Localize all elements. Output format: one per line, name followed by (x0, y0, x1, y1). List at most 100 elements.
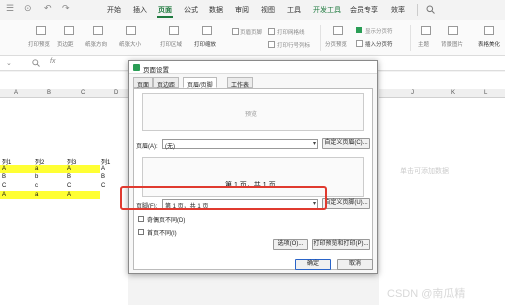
print-area-icon[interactable] (169, 26, 179, 35)
save-icon[interactable]: ⊙ (24, 3, 32, 14)
redo-icon[interactable]: ↷ (62, 3, 70, 14)
dialog-titlebar[interactable]: 页面设置 (129, 61, 377, 74)
menu-formula[interactable]: 公式 (184, 5, 198, 15)
undo-icon[interactable]: ↶ (44, 3, 52, 14)
table-cell[interactable]: B (2, 174, 6, 180)
sheet-grid-right[interactable] (379, 72, 505, 305)
print-gridlines-option[interactable]: 打印网格线 (277, 28, 305, 36)
col-header-k[interactable]: K (451, 90, 455, 96)
tab-header-footer[interactable]: 页眉/页脚 (183, 77, 217, 89)
custom-header-button[interactable]: 自定义页眉(C)... (322, 138, 370, 149)
zoom-icon[interactable] (32, 59, 40, 67)
orientation-label[interactable]: 纸张方向 (85, 40, 107, 48)
table-header-cell[interactable]: 列1 (101, 157, 110, 166)
divider (410, 25, 411, 51)
menu-insert[interactable]: 插入 (133, 5, 147, 15)
col-header-a[interactable]: A (14, 90, 18, 96)
margins-label[interactable]: 页边距 (57, 40, 74, 48)
header-select[interactable]: (无) ▾ (162, 139, 318, 150)
print-preview-label[interactable]: 打印预览 (28, 40, 50, 48)
ok-button[interactable]: 确定 (295, 259, 331, 270)
print-area-label[interactable]: 打印区域 (160, 40, 182, 48)
background-image-label[interactable]: 背景图片 (441, 40, 463, 48)
print-preview-button[interactable]: 打印预览和打印(P)... (312, 239, 370, 250)
table-header-cell[interactable]: 列1 (2, 157, 11, 166)
table-cell[interactable]: B (67, 174, 71, 180)
margins-icon[interactable] (64, 26, 74, 35)
first-page-checkbox[interactable] (138, 229, 144, 235)
menu-view[interactable]: 视图 (261, 5, 275, 15)
theme-icon[interactable] (421, 26, 431, 35)
search-icon[interactable] (426, 5, 435, 14)
theme-label[interactable]: 主题 (418, 40, 429, 48)
menu-start[interactable]: 开始 (107, 5, 121, 15)
pagebreak-preview-label[interactable]: 分页预览 (325, 40, 347, 48)
odd-even-checkbox[interactable] (138, 216, 144, 222)
first-page-label[interactable]: 首页不同(I) (147, 228, 177, 237)
gridlines-icon[interactable] (268, 28, 275, 35)
menu-page[interactable]: 页面 (158, 5, 172, 15)
odd-even-label[interactable]: 奇偶页不同(D) (147, 215, 185, 224)
menu-member[interactable]: 会员专享 (350, 5, 378, 15)
row-col-icon[interactable] (268, 41, 275, 48)
sheet-grid-left[interactable] (0, 72, 128, 305)
insert-pagebreak-label[interactable]: 插入分页符 (365, 40, 393, 48)
custom-footer-button[interactable]: 自定义页脚(U)... (322, 198, 370, 209)
menu-icon[interactable]: ☰ (6, 3, 14, 14)
menu-tools[interactable]: 工具 (287, 5, 301, 15)
col-header-j[interactable]: J (411, 90, 414, 96)
table-cell[interactable]: a (35, 166, 38, 172)
print-preview-icon[interactable] (36, 26, 46, 35)
page-setup-dialog: 页面设置 页面 页边距 页眉/页脚 工作表 预览 页眉(A): (无) ▾ 自定… (128, 60, 378, 274)
insert-pagebreak-icon[interactable] (356, 40, 363, 47)
table-header-cell[interactable]: 列2 (35, 157, 44, 166)
menu-developer[interactable]: 开发工具 (313, 5, 341, 15)
background-image-icon[interactable] (448, 26, 458, 35)
menu-review[interactable]: 审阅 (235, 5, 249, 15)
menu-efficiency[interactable]: 效率 (391, 5, 405, 15)
fx-icon[interactable]: fx (50, 58, 55, 65)
col-header-d[interactable]: D (114, 90, 118, 96)
table-cell[interactable]: C (101, 183, 105, 189)
show-pagebreak-checkbox[interactable] (356, 27, 362, 33)
table-cell[interactable]: C (67, 183, 71, 189)
col-header-b[interactable]: B (47, 90, 51, 96)
header-footer-icon[interactable] (232, 28, 239, 35)
highlight-row-1 (0, 165, 100, 173)
paper-size-label[interactable]: 纸张大小 (119, 40, 141, 48)
orientation-icon[interactable] (93, 26, 103, 35)
table-cell[interactable]: a (35, 192, 38, 198)
divider (417, 4, 418, 16)
header-preview-box: 预览 (142, 93, 364, 131)
table-cell[interactable]: A (101, 166, 105, 172)
tab-sheet[interactable]: 工作表 (227, 77, 254, 89)
header-footer-label[interactable]: 页眉页脚 (240, 28, 262, 36)
table-cell[interactable]: C (2, 183, 6, 189)
table-cell[interactable]: B (101, 174, 105, 180)
add-data-hint[interactable]: 单击可添加数据 (400, 166, 449, 176)
cancel-button[interactable]: 取消 (337, 259, 373, 270)
pagebreak-preview-icon[interactable] (333, 26, 343, 35)
table-cell[interactable]: b (35, 174, 38, 180)
menu-data[interactable]: 数据 (209, 5, 223, 15)
col-header-l[interactable]: L (484, 90, 487, 96)
table-beautify-icon[interactable] (484, 26, 494, 35)
table-cell[interactable]: A (2, 166, 6, 172)
tab-page[interactable]: 页面 (133, 77, 154, 89)
table-cell[interactable]: A (67, 192, 71, 198)
print-scale-icon[interactable] (202, 26, 212, 35)
options-button[interactable]: 选项(O)... (273, 239, 308, 250)
print-scale-label[interactable]: 打印缩放 (194, 40, 216, 48)
chevron-down-icon[interactable]: ⌄ (6, 59, 12, 67)
table-cell[interactable]: A (2, 192, 6, 198)
header-label: 页眉(A): (136, 144, 158, 150)
table-cell[interactable]: A (67, 166, 71, 172)
print-rowcol-option[interactable]: 打印行号列标 (277, 41, 310, 49)
dialog-title: 页面设置 (143, 67, 169, 74)
table-cell[interactable]: c (35, 183, 38, 189)
table-beautify-label[interactable]: 表格美化 (478, 40, 500, 48)
table-header-cell[interactable]: 列3 (67, 157, 76, 166)
tab-margins[interactable]: 页边距 (153, 77, 180, 89)
col-header-c[interactable]: C (81, 90, 85, 96)
paper-size-icon[interactable] (126, 26, 136, 35)
